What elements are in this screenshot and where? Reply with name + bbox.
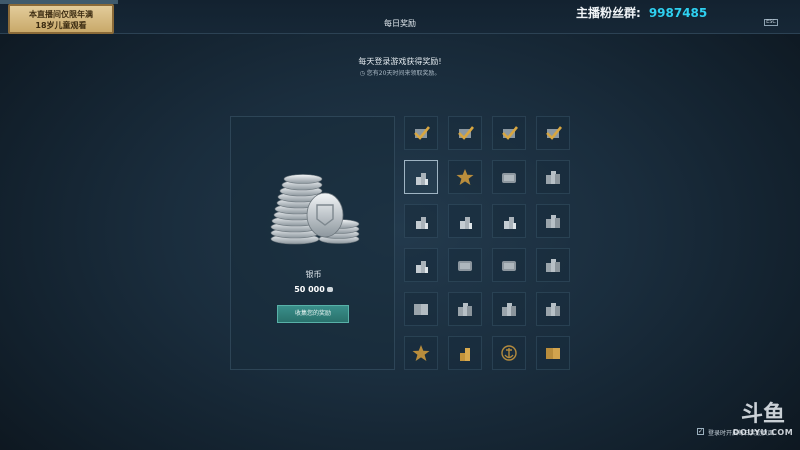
check-icon xyxy=(414,126,430,140)
reward-day-cell[interactable] xyxy=(404,248,438,282)
reward-day-cell[interactable] xyxy=(404,160,438,194)
reward-day-cell[interactable] xyxy=(492,248,526,282)
check-icon xyxy=(458,126,474,140)
reward-day-cell[interactable] xyxy=(492,116,526,150)
check-icon xyxy=(546,126,562,140)
reward-day-cell[interactable] xyxy=(404,204,438,238)
gold-coins-icon xyxy=(460,348,470,361)
reward-day-cell[interactable] xyxy=(404,116,438,150)
claim-deadline-note: ◷ 您有20天时间来领取奖励。 xyxy=(359,70,441,77)
reward-amount-value: 50 000 xyxy=(294,285,325,294)
container-icon xyxy=(458,303,472,316)
coins-icon xyxy=(504,217,516,229)
show-on-login-checkbox[interactable]: ✓ xyxy=(697,428,704,435)
container-icon xyxy=(546,303,560,316)
reward-day-cell[interactable] xyxy=(404,336,438,370)
reward-day-cell[interactable] xyxy=(492,160,526,194)
reward-day-cell[interactable] xyxy=(536,204,570,238)
container-icon xyxy=(546,171,560,184)
reward-day-cell[interactable] xyxy=(448,160,482,194)
silver-coin-small-icon xyxy=(326,287,333,292)
container-icon xyxy=(546,215,560,228)
reward-day-cell[interactable] xyxy=(448,204,482,238)
gold-book-icon xyxy=(546,348,560,359)
reward-day-cell[interactable] xyxy=(448,116,482,150)
star-icon xyxy=(412,345,430,361)
reward-day-cell[interactable] xyxy=(536,336,570,370)
crate-icon xyxy=(458,261,472,271)
reward-preview-panel: 银币 50 000 收集您的奖励 xyxy=(230,116,395,370)
reward-day-cell[interactable] xyxy=(536,292,570,326)
reward-day-cell[interactable] xyxy=(448,336,482,370)
reward-day-cell[interactable] xyxy=(448,292,482,326)
star-icon xyxy=(456,169,474,185)
reward-day-cell[interactable] xyxy=(536,116,570,150)
reward-day-cell[interactable] xyxy=(492,204,526,238)
crate-icon xyxy=(502,173,516,183)
esc-close-icon[interactable]: ESC xyxy=(764,19,778,26)
container-icon xyxy=(502,303,516,316)
reward-amount: 50 000 xyxy=(231,285,396,294)
daily-reward-subtitle: 每天登录游戏获得奖励! xyxy=(358,57,442,66)
reward-day-cell[interactable] xyxy=(492,336,526,370)
douyu-site: DOUYU.COM xyxy=(732,428,794,437)
coins-icon xyxy=(416,217,428,229)
reward-name: 银币 xyxy=(305,270,322,279)
fan-group-label: 主播粉丝群: 9987485 xyxy=(576,4,707,21)
silver-coins-icon xyxy=(270,174,360,245)
coins-icon xyxy=(460,217,472,229)
anchor-emblem-icon xyxy=(501,345,517,361)
coins-icon xyxy=(416,261,428,273)
douyu-watermark: 斗鱼 DOUYU.COM xyxy=(726,402,800,450)
container-icon xyxy=(546,259,560,272)
reward-day-cell[interactable] xyxy=(536,248,570,282)
douyu-logo: 斗鱼 xyxy=(740,402,785,427)
reward-day-cell[interactable] xyxy=(404,292,438,326)
reward-day-cell[interactable] xyxy=(448,248,482,282)
coins-icon xyxy=(416,173,428,185)
daily-reward-grid xyxy=(404,116,574,378)
check-icon xyxy=(502,126,518,140)
fan-group-text: 主播粉丝群: xyxy=(576,6,641,20)
book-icon xyxy=(414,304,428,315)
fan-group-number: 9987485 xyxy=(648,6,708,20)
crate-icon xyxy=(502,261,516,271)
reward-day-cell[interactable] xyxy=(492,292,526,326)
collect-reward-button[interactable]: 收集您的奖励 xyxy=(277,305,349,323)
reward-day-cell[interactable] xyxy=(536,160,570,194)
